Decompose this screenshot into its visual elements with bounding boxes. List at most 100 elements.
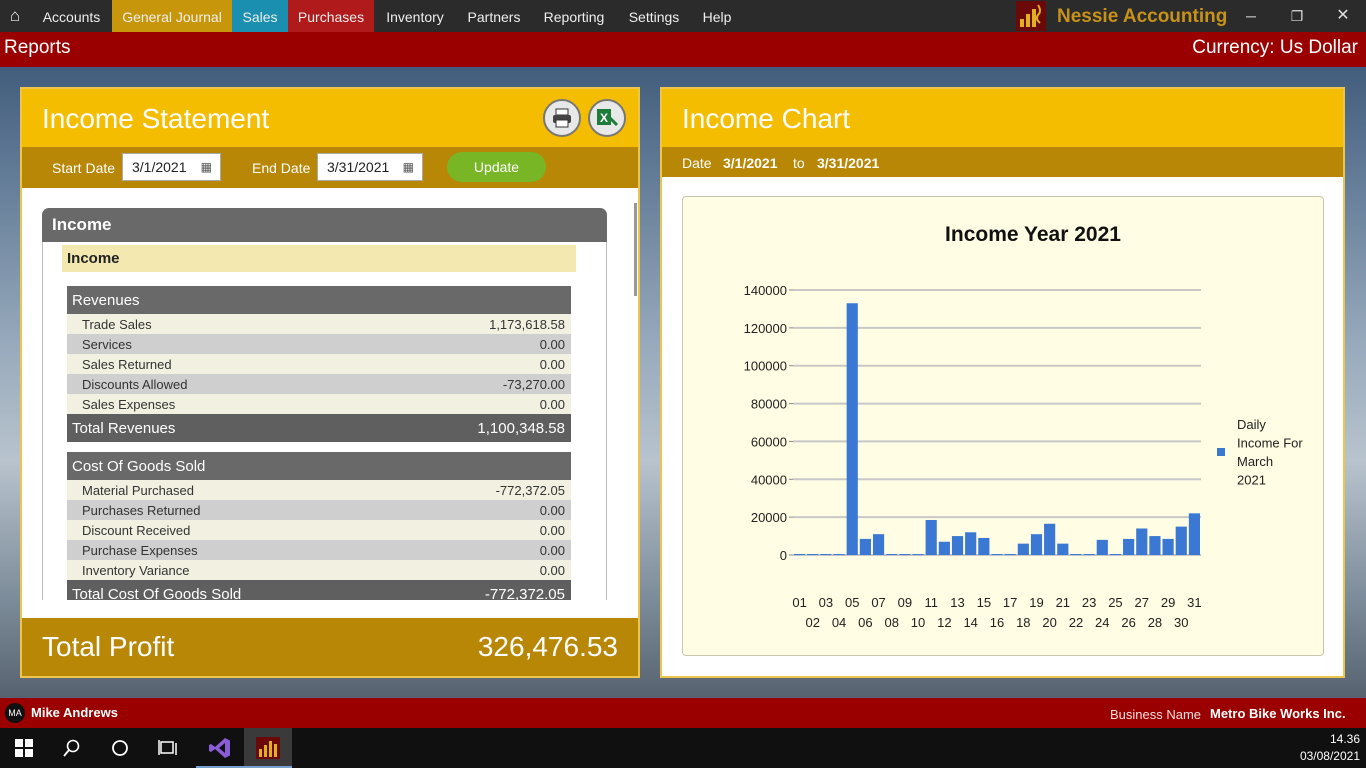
user-name: Mike Andrews — [31, 705, 118, 720]
bar-21[interactable] — [1057, 543, 1069, 555]
x-tick-label: 24 — [1095, 615, 1109, 630]
reports-header: Reports Currency: Us Dollar — [0, 32, 1366, 67]
menu-inventory[interactable]: Inventory — [377, 0, 453, 32]
menu-purchases[interactable]: Purchases — [288, 0, 374, 32]
x-tick-label: 01 — [792, 595, 806, 610]
nessie-accounting-taskbar-icon[interactable] — [244, 728, 292, 768]
row-name: Sales Expenses — [82, 397, 176, 412]
bar-12[interactable] — [938, 541, 950, 555]
bar-05[interactable] — [846, 303, 858, 555]
x-tick-label: 28 — [1148, 615, 1162, 630]
update-button[interactable]: Update — [447, 152, 546, 182]
bar-06[interactable] — [859, 538, 871, 555]
menu-help[interactable]: Help — [695, 0, 739, 32]
table-row: Discount Received 0.00 — [67, 520, 571, 540]
statement-scroll-area[interactable]: Income Income Revenues Trade Sales 1,173,… — [22, 188, 638, 600]
bar-20[interactable] — [1044, 523, 1056, 555]
bar-16[interactable] — [991, 554, 1003, 556]
table-row: Purchase Expenses 0.00 — [67, 540, 571, 560]
bar-27[interactable] — [1136, 528, 1148, 556]
clock-time: 14.36 — [1329, 732, 1360, 746]
bar-15[interactable] — [978, 537, 990, 555]
bar-18[interactable] — [1017, 543, 1029, 555]
row-name: Discounts Allowed — [82, 377, 188, 392]
y-tick-label: 100000 — [744, 359, 787, 374]
y-tick-label: 60000 — [751, 434, 787, 449]
vertical-scrollbar[interactable] — [634, 203, 637, 296]
bar-13[interactable] — [951, 536, 964, 555]
home-icon[interactable]: ⌂ — [0, 0, 30, 32]
bar-22[interactable] — [1070, 554, 1082, 556]
bar-10[interactable] — [912, 554, 924, 556]
excel-icon: X — [597, 109, 619, 127]
close-icon[interactable]: ✕ — [1320, 0, 1366, 32]
restore-icon[interactable]: ❐ — [1274, 0, 1320, 32]
system-clock[interactable]: 14.36 03/08/2021 — [1300, 731, 1360, 765]
income-statement-header: Income Statement X — [22, 89, 638, 147]
bar-28[interactable] — [1149, 536, 1161, 555]
table-row: Inventory Variance 0.00 — [67, 560, 571, 580]
x-tick-label: 08 — [884, 615, 898, 630]
bar-09[interactable] — [899, 554, 911, 556]
table-row: Sales Returned 0.00 — [67, 354, 571, 374]
legend-swatch — [1217, 448, 1225, 456]
business-name-label: Business Name — [1110, 707, 1202, 722]
x-tick-label: 19 — [1029, 595, 1043, 610]
bar-01[interactable] — [794, 554, 806, 556]
printer-icon — [553, 108, 571, 128]
status-footer: MA Mike Andrews Business Name Metro Bike… — [0, 698, 1366, 728]
start-date-picker[interactable]: 3/1/2021 ▦ — [122, 153, 221, 181]
menu-reporting[interactable]: Reporting — [535, 0, 613, 32]
row-name: Purchase Expenses — [82, 543, 198, 558]
bar-08[interactable] — [886, 554, 898, 556]
bar-23[interactable] — [1083, 554, 1095, 556]
bar-14[interactable] — [965, 532, 977, 555]
bar-02[interactable] — [807, 554, 819, 556]
chart-date-bar: Date 3/1/2021 to 3/31/2021 — [662, 147, 1343, 177]
x-tick-label: 27 — [1135, 595, 1149, 610]
menu-settings[interactable]: Settings — [620, 0, 688, 32]
calendar-icon[interactable]: ▦ — [403, 154, 414, 180]
menu-accounts[interactable]: Accounts — [34, 0, 109, 32]
menu-sales[interactable]: Sales — [232, 0, 288, 32]
x-tick-label: 06 — [858, 615, 872, 630]
menu-general-journal[interactable]: General Journal — [112, 0, 232, 32]
row-name: Services — [82, 337, 132, 352]
calendar-icon[interactable]: ▦ — [201, 154, 212, 180]
total-label: Total Cost Of Goods Sold — [72, 586, 242, 600]
print-button[interactable] — [543, 99, 581, 137]
table-row: Services 0.00 — [67, 334, 571, 354]
x-tick-label: 16 — [990, 615, 1004, 630]
svg-text:X: X — [600, 111, 608, 125]
avatar[interactable]: MA — [5, 703, 25, 723]
task-view-icon[interactable] — [144, 728, 192, 768]
bar-17[interactable] — [1004, 554, 1016, 556]
bar-31[interactable] — [1188, 513, 1200, 555]
cortana-icon[interactable] — [96, 728, 144, 768]
minimize-icon[interactable]: ─ — [1228, 0, 1274, 32]
menu-partners[interactable]: Partners — [460, 0, 528, 32]
row-value: 0.00 — [539, 503, 565, 518]
end-date-picker[interactable]: 3/31/2021 ▦ — [317, 153, 423, 181]
bar-04[interactable] — [833, 554, 845, 556]
bar-19[interactable] — [1030, 534, 1043, 555]
bar-30[interactable] — [1175, 526, 1187, 555]
search-icon[interactable] — [48, 728, 96, 768]
end-date-label: End Date — [252, 160, 311, 176]
bar-03[interactable] — [820, 554, 832, 556]
x-tick-label: 14 — [963, 615, 977, 630]
bar-07[interactable] — [872, 534, 885, 555]
bar-11[interactable] — [925, 519, 937, 555]
top-menu-bar: ⌂ Accounts General Journal Sales Purchas… — [0, 0, 1366, 32]
bar-24[interactable] — [1096, 539, 1108, 555]
bar-25[interactable] — [1109, 554, 1122, 556]
export-excel-button[interactable]: X — [588, 99, 626, 137]
bar-26[interactable] — [1123, 538, 1135, 555]
row-value: 1,173,618.58 — [489, 317, 565, 332]
windows-start-icon[interactable] — [0, 728, 48, 768]
app-title: Nessie Accounting — [1057, 6, 1228, 27]
total-profit-bar: Total Profit 326,476.53 — [22, 618, 638, 676]
bar-29[interactable] — [1162, 538, 1174, 555]
visual-studio-icon[interactable] — [196, 728, 244, 768]
row-value: 0.00 — [539, 523, 565, 538]
